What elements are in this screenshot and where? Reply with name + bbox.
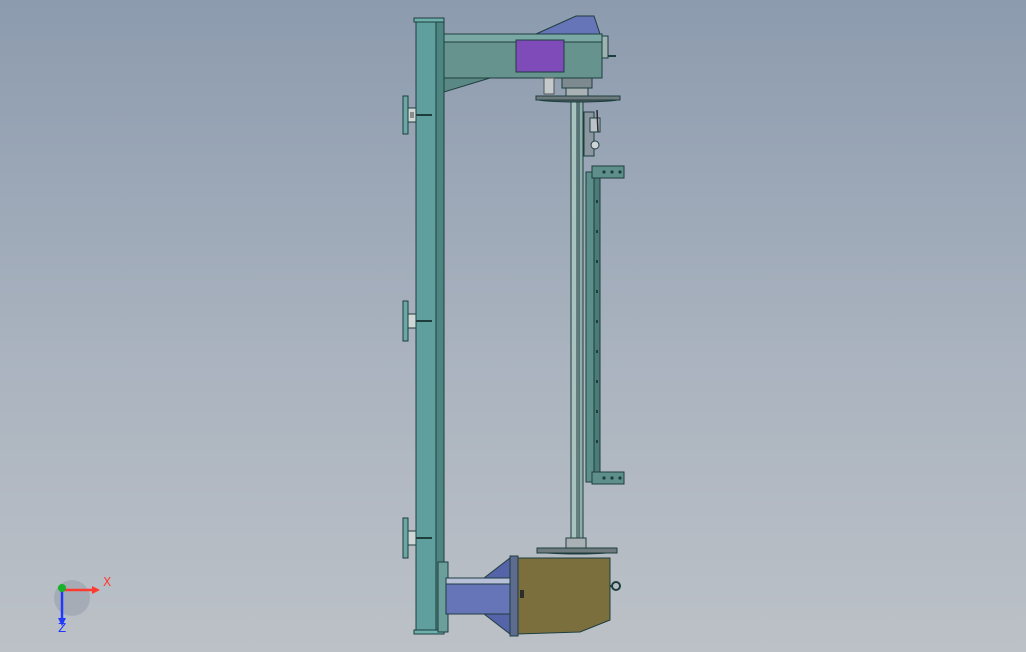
vertical-column[interactable] xyxy=(413,17,445,635)
bottom-bracket[interactable] xyxy=(437,555,519,637)
motor-cover xyxy=(535,15,601,35)
motor-housing[interactable] xyxy=(517,557,621,635)
cad-viewport[interactable]: X Z xyxy=(0,0,1026,652)
vertical-shaft[interactable] xyxy=(570,101,584,553)
upper-coupling[interactable] xyxy=(535,77,621,103)
assembly-drawing[interactable]: X Z xyxy=(0,0,1026,652)
y-axis-marker xyxy=(58,584,66,592)
coordinate-triad: X Z xyxy=(54,575,111,635)
purple-plate xyxy=(515,39,565,73)
side-rail[interactable] xyxy=(585,165,625,485)
lower-plate[interactable] xyxy=(536,537,618,555)
z-axis-label: Z xyxy=(58,621,66,635)
x-axis-label: X xyxy=(103,575,111,589)
sensor-assembly[interactable] xyxy=(583,109,601,157)
